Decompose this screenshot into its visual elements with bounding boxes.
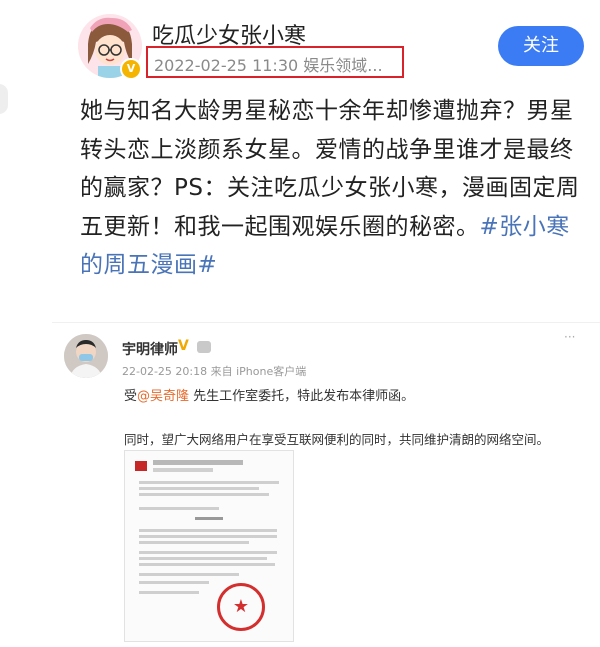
lawyer-avatar[interactable]	[64, 334, 108, 378]
mention-link[interactable]: @吴奇隆	[137, 389, 189, 404]
post-body: 她与知名大龄男星秘恋十余年却惨遭抛弃？男星转头恋上淡颜系女星。爱情的战争里谁才是…	[80, 92, 580, 285]
doc-line	[139, 573, 239, 576]
verified-v-icon: V	[178, 338, 189, 354]
doc-title-line	[195, 517, 223, 520]
doc-line	[139, 541, 249, 544]
firm-logo-icon	[135, 461, 147, 471]
red-seal-icon: ★	[217, 583, 265, 631]
letterhead-subline	[153, 468, 213, 472]
lawyer-name[interactable]: 宇明律师	[122, 339, 178, 359]
doc-line	[139, 591, 199, 594]
doc-line	[139, 557, 267, 560]
member-icon	[197, 341, 211, 353]
embedded-line-1: 受@吴奇隆 先生工作室委托，特此发布本律师函。	[124, 385, 414, 404]
verified-badge-icon: V	[120, 58, 142, 80]
letterhead-line	[153, 460, 243, 465]
doc-line	[139, 563, 275, 566]
doc-line	[139, 493, 269, 496]
embedded-line-2: 同时，望广大网络用户在享受互联网便利的同时，共同维护清朗的网络空间。	[124, 432, 550, 447]
doc-line	[139, 487, 259, 490]
doc-line	[139, 581, 209, 584]
doc-line	[139, 551, 277, 554]
line1-prefix: 受	[124, 389, 138, 404]
line1-suffix: 先生工作室委托，特此发布本律师函。	[189, 389, 415, 404]
embedded-meta: 22-02-25 20:18 来自 iPhone客户端	[122, 365, 307, 378]
doc-line	[139, 529, 277, 532]
doc-line	[139, 481, 279, 484]
post-meta: 2022-02-25 11:30 娱乐领域...	[154, 56, 383, 75]
doc-line	[139, 507, 219, 510]
follow-button[interactable]: 关注	[498, 26, 584, 66]
more-options-icon[interactable]: ···	[564, 330, 575, 344]
doc-line	[139, 535, 277, 538]
lawyer-letter-image[interactable]: ★	[124, 450, 294, 642]
